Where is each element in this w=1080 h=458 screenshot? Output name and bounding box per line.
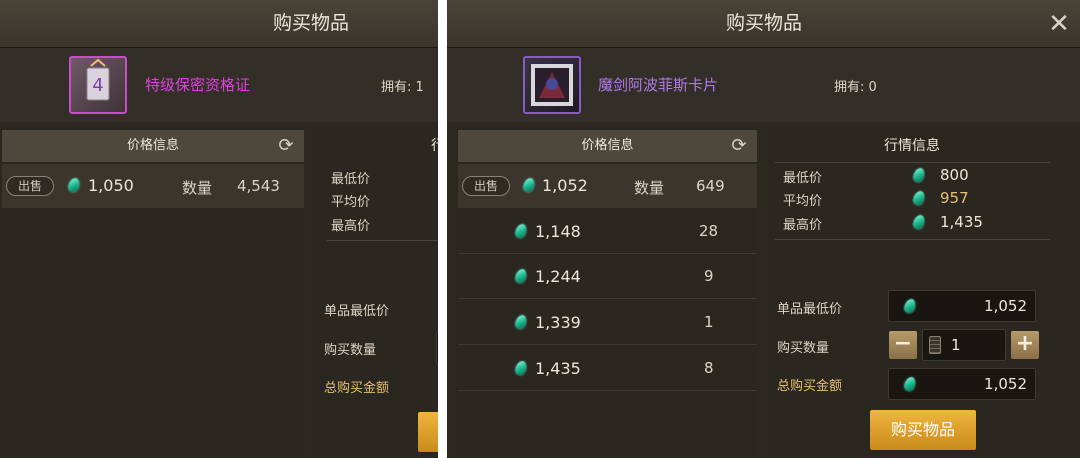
- quantity-label: 数量: [634, 179, 665, 197]
- divider: [775, 162, 1050, 163]
- divider: [775, 239, 1050, 240]
- gem-icon: [911, 166, 927, 184]
- total-amount-value: 1,052: [984, 375, 1027, 393]
- listing-quantity: 4,543: [237, 177, 280, 195]
- item-name: 特级保密资格证: [145, 76, 251, 94]
- owned-count: 拥有: 1: [381, 80, 424, 95]
- price-info-title: 价格信息: [581, 138, 634, 153]
- market-info-header: 行情信息: [884, 138, 940, 154]
- sell-badge: 出售: [462, 176, 510, 196]
- owned-count: 拥有: 0: [834, 80, 877, 95]
- price-info-section: 价格信息 ⟳ 出售 1,050 数量 4,543: [0, 128, 304, 458]
- unit-min-price-value: 1,052: [984, 297, 1027, 315]
- listing-row[interactable]: 1,244 9: [458, 254, 757, 299]
- item-info-row: 魔剑阿波菲斯卡片 拥有: 0: [447, 48, 1080, 122]
- gem-icon: [911, 213, 927, 231]
- decrease-quantity-button[interactable]: −: [889, 331, 917, 359]
- gem-icon: [513, 222, 529, 240]
- min-price-label: 最低价: [331, 172, 371, 187]
- gem-icon: [513, 313, 529, 331]
- item-info-row: 4 特级保密资格证 拥有: 1: [0, 48, 438, 122]
- left-buy-panel: 购买物品 4 特级保密资格证 拥有: 1 价格信息 ⟳ 出售 1,050 数量 …: [0, 0, 438, 458]
- refresh-icon[interactable]: ⟳: [276, 136, 296, 156]
- sell-badge: 出售: [6, 176, 54, 196]
- gem-icon: [902, 297, 918, 315]
- max-price-label: 最高价: [783, 218, 823, 233]
- listing-price: 1,339: [535, 313, 581, 332]
- buy-item-button[interactable]: 购买物品: [870, 410, 976, 450]
- avg-price-value: 957: [940, 189, 969, 207]
- close-icon[interactable]: ✕: [1046, 11, 1072, 37]
- listing-row[interactable]: 1,435 8: [458, 346, 757, 391]
- listing-price: 1,052: [542, 176, 588, 195]
- listing-price: 1,244: [535, 267, 581, 286]
- listing-quantity: 8: [704, 359, 714, 377]
- listing-price: 1,435: [535, 359, 581, 378]
- buy-button-edge[interactable]: [418, 412, 438, 452]
- gem-icon: [902, 375, 918, 393]
- card-digit: 4: [92, 75, 103, 96]
- quantity-input[interactable]: 1: [922, 329, 1006, 361]
- listing-quantity: 28: [699, 222, 719, 240]
- listing-row[interactable]: 1,339 1: [458, 300, 757, 345]
- price-info-section: 价格信息 ⟳ 出售 1,052 数量 649 1,148 28 1,244 9 …: [456, 128, 757, 458]
- gem-icon: [521, 176, 537, 194]
- market-info-section: 行情信息 最低价 800 平均价 957 最高价 1,435 单品最低价 1,0…: [767, 128, 1080, 458]
- listing-price: 1,148: [535, 222, 581, 241]
- unit-min-price-label: 单品最低价: [324, 304, 390, 319]
- item-name: 魔剑阿波菲斯卡片: [598, 76, 719, 94]
- increase-quantity-button[interactable]: +: [1011, 331, 1039, 359]
- listing-quantity: 9: [704, 267, 714, 285]
- price-info-header: 价格信息 ⟳: [2, 130, 304, 162]
- gem-icon: [66, 176, 82, 194]
- unit-min-price-field: 1,052: [888, 290, 1036, 322]
- gem-icon: [911, 189, 927, 207]
- market-info-header: 行: [431, 130, 438, 162]
- min-price-value: 800: [940, 166, 969, 184]
- quantity-value: 1: [951, 336, 961, 354]
- avg-price-label: 平均价: [331, 195, 371, 210]
- listing-price: 1,050: [88, 176, 134, 195]
- divider: [327, 240, 438, 241]
- listing-quantity: 649: [696, 177, 725, 195]
- listing-row[interactable]: 出售 1,050 数量 4,543: [2, 164, 304, 208]
- min-price-label: 最低价: [783, 171, 823, 186]
- gem-icon: [513, 359, 529, 377]
- refresh-icon[interactable]: ⟳: [729, 136, 749, 156]
- title-bar: 购买物品 ✕: [447, 0, 1080, 48]
- max-price-label: 最高价: [331, 219, 371, 234]
- clearance-card-icon: 4: [69, 56, 127, 114]
- price-info-title: 价格信息: [126, 138, 179, 153]
- sword-card-icon: [523, 56, 581, 114]
- max-price-value: 1,435: [940, 213, 983, 231]
- quantity-label: 数量: [182, 179, 213, 197]
- dialog-title: 购买物品: [272, 12, 349, 34]
- avg-price-label: 平均价: [783, 194, 823, 209]
- price-info-header: 价格信息 ⟳: [458, 130, 757, 162]
- buy-quantity-label: 购买数量: [324, 343, 377, 358]
- total-amount-label: 总购买金额: [324, 381, 390, 396]
- dialog-title: 购买物品: [725, 12, 802, 34]
- title-bar: 购买物品: [0, 0, 438, 48]
- listing-quantity: 1: [704, 313, 714, 331]
- listing-row[interactable]: 出售 1,052 数量 649: [458, 164, 757, 208]
- market-info-section: 行 最低价 平均价 最高价 单品最低价 购买数量 总购买金额: [311, 128, 438, 458]
- total-amount-label: 总购买金额: [777, 379, 843, 394]
- gem-icon: [513, 267, 529, 285]
- unit-min-price-label: 单品最低价: [777, 302, 843, 317]
- right-buy-panel: 购买物品 ✕ 魔剑阿波菲斯卡片 拥有: 0 价格信息 ⟳ 出售 1,052 数量…: [447, 0, 1080, 458]
- total-amount-field: 1,052: [888, 368, 1036, 400]
- buy-quantity-label: 购买数量: [777, 341, 830, 356]
- calculator-icon[interactable]: [929, 336, 941, 354]
- quantity-field-edge[interactable]: [436, 332, 438, 364]
- listing-row[interactable]: 1,148 28: [458, 209, 757, 254]
